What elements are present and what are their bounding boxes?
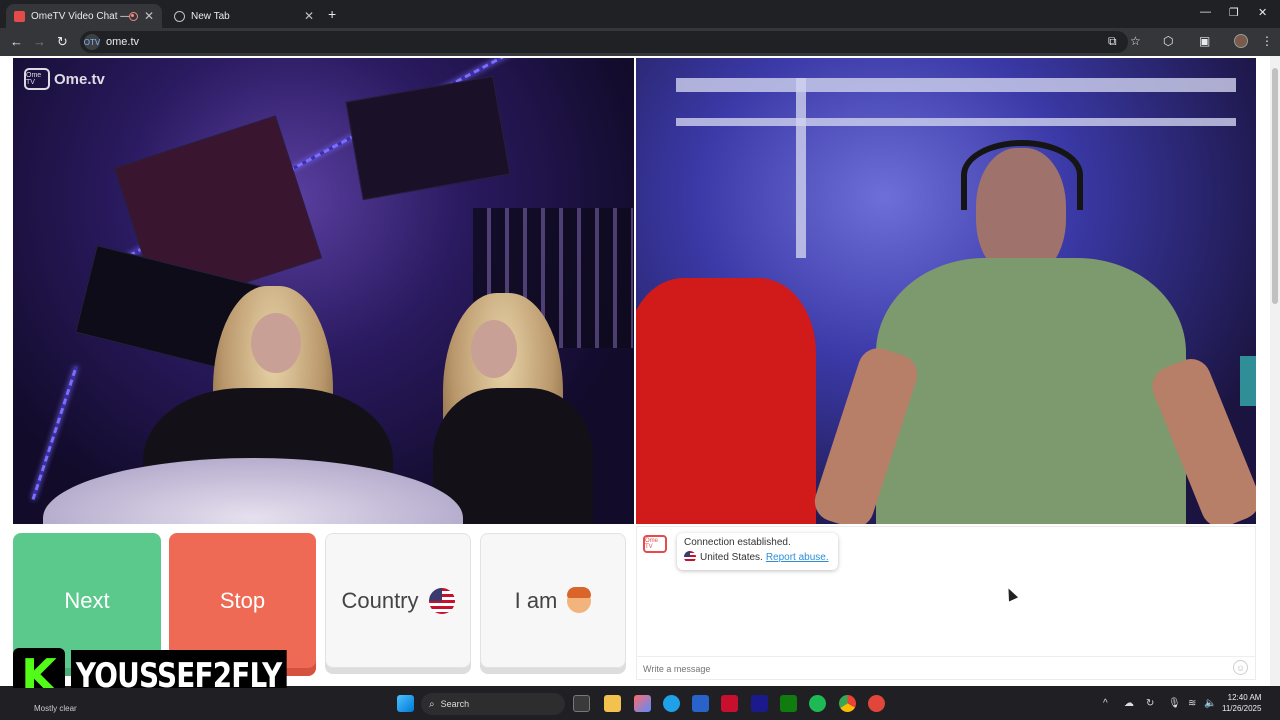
- gender-button[interactable]: I am: [480, 533, 626, 668]
- ometv-chat-logo-icon: Ome TV: [643, 535, 667, 553]
- blanket: [43, 458, 463, 524]
- red-shirt-person: [636, 278, 816, 524]
- remote-video: [13, 58, 634, 524]
- task-view-icon[interactable]: [573, 695, 590, 712]
- stranger-country: United States.: [700, 551, 763, 563]
- headphones: [961, 140, 1083, 210]
- browser-toolbar: ← → ↻ OTV ome.tv ⧉ ☆ ⬡ ▣ ⋮: [0, 28, 1280, 56]
- spotify-icon[interactable]: [809, 695, 826, 712]
- profile-icon[interactable]: [1234, 34, 1248, 48]
- bunk-bed-rail: [676, 118, 1236, 126]
- taskbar-clock[interactable]: 12:40 AM 11/26/2025: [1222, 692, 1261, 714]
- close-tab-icon[interactable]: ✕: [144, 9, 154, 23]
- local-video: [636, 58, 1256, 524]
- tab-ometv[interactable]: OmeTV Video Chat — Ome ✕: [6, 4, 162, 28]
- tab-strip: OmeTV Video Chat — Ome ✕ New Tab ✕ + — ❐…: [0, 0, 1280, 28]
- obs-icon[interactable]: [868, 695, 885, 712]
- back-icon[interactable]: ←: [10, 34, 23, 49]
- microphone-icon[interactable]: 🎙: [1168, 698, 1181, 709]
- forward-icon[interactable]: →: [33, 34, 46, 49]
- us-flag-icon: [684, 551, 696, 563]
- clock-time: 12:40 AM: [1227, 693, 1262, 702]
- windows-start-icon[interactable]: [397, 695, 414, 712]
- us-flag-icon: [428, 587, 455, 614]
- clock-date: 11/26/2025: [1222, 704, 1262, 713]
- next-label: Next: [64, 587, 110, 613]
- site-info-icon[interactable]: OTV: [84, 34, 100, 50]
- store-icon[interactable]: [692, 695, 709, 712]
- chat-divider: [636, 656, 1256, 657]
- new-tab-plus-icon[interactable]: +: [328, 6, 336, 22]
- teal-light: [1240, 356, 1256, 406]
- tab-newtab[interactable]: New Tab ✕: [166, 4, 322, 28]
- url-text: ome.tv: [106, 36, 140, 48]
- boy-emoji-icon: [567, 586, 592, 613]
- stop-label: Stop: [219, 587, 266, 613]
- ometv-logo: Ome TV Ome.tv: [24, 68, 105, 90]
- tray-chevron-icon[interactable]: ^: [1103, 698, 1108, 709]
- onedrive-icon[interactable]: ☁: [1124, 698, 1134, 709]
- chrome-icon[interactable]: [839, 695, 856, 712]
- green-shirt: [876, 258, 1186, 524]
- bunk-bed-post: [796, 78, 806, 258]
- connection-status: Connection established.: [684, 537, 791, 548]
- copilot-icon[interactable]: [634, 695, 651, 712]
- emoji-icon[interactable]: ☺: [1233, 660, 1248, 675]
- country-button[interactable]: Country: [325, 533, 471, 668]
- taskbar-search[interactable]: ⌕ Search: [421, 693, 565, 715]
- lenovo-icon[interactable]: [751, 695, 768, 712]
- logo-text: Ome.tv: [54, 70, 105, 88]
- recording-icon: [128, 11, 138, 21]
- iam-label: I am: [514, 587, 558, 613]
- person-face: [471, 320, 517, 378]
- weather-widget[interactable]: Mostly clear: [34, 704, 77, 713]
- led-strip: [31, 365, 78, 500]
- tv-logo-icon: Ome TV: [24, 68, 50, 90]
- close-tab-icon[interactable]: ✕: [304, 9, 314, 23]
- edge-icon[interactable]: [663, 695, 680, 712]
- install-icon[interactable]: ⧉: [1108, 34, 1117, 49]
- file-explorer-icon[interactable]: [604, 695, 621, 712]
- tab-title: OmeTV Video Chat — Ome: [31, 10, 129, 22]
- sync-icon[interactable]: ↻: [1146, 698, 1154, 709]
- message-input[interactable]: [643, 662, 1223, 676]
- menu-icon[interactable]: ⋮: [1261, 34, 1273, 48]
- country-label: Country: [341, 587, 419, 613]
- bunk-bed-rail: [676, 78, 1236, 92]
- sidepanel-icon[interactable]: ▣: [1199, 34, 1210, 48]
- system-message: Connection established. United States. R…: [677, 533, 838, 570]
- volume-icon[interactable]: 🔈: [1204, 698, 1216, 709]
- reload-icon[interactable]: ↻: [57, 34, 68, 50]
- extensions-icon[interactable]: ⬡: [1163, 34, 1173, 48]
- tab-title: New Tab: [191, 10, 230, 22]
- page-scrollbar[interactable]: [1270, 56, 1280, 686]
- scrollbar-thumb[interactable]: [1272, 68, 1278, 304]
- wifi-icon[interactable]: ≋: [1188, 698, 1196, 709]
- report-abuse-link[interactable]: Report abuse.: [766, 552, 829, 563]
- mcafee-icon[interactable]: [721, 695, 738, 712]
- xbox-icon[interactable]: [780, 695, 797, 712]
- person-face: [251, 313, 301, 373]
- maximize-icon[interactable]: ❐: [1229, 6, 1239, 19]
- wall-poster: [345, 75, 511, 201]
- close-window-icon[interactable]: ✕: [1258, 6, 1267, 19]
- search-icon: ⌕: [429, 698, 435, 710]
- minimize-icon[interactable]: —: [1200, 6, 1211, 18]
- globe-icon: [174, 10, 185, 22]
- address-bar[interactable]: OTV ome.tv: [80, 31, 1128, 53]
- star-icon[interactable]: ☆: [1130, 34, 1141, 48]
- ometv-favicon-icon: [14, 10, 25, 22]
- search-label: Search: [440, 699, 470, 709]
